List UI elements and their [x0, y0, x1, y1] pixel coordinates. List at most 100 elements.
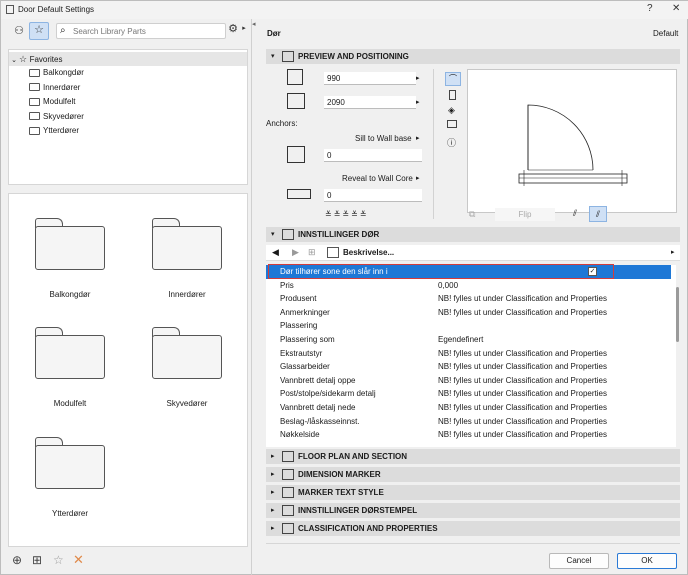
search-icon: ⌕	[60, 25, 66, 36]
opening-left-icon[interactable]: ⫽	[573, 208, 577, 219]
previous-icon[interactable]: ◀	[272, 247, 279, 258]
library-tree-icon[interactable]: ⚇	[11, 24, 27, 38]
table-row[interactable]: Beslag-/låskasseinnst. NB! fylles ut unde…	[266, 415, 671, 429]
table-row[interactable]: Plassering som Egendefinert	[266, 333, 671, 347]
column-divider	[433, 69, 434, 219]
row-value[interactable]: NB! fylles ut under Classification and P…	[438, 401, 607, 415]
door-stamp-icon	[282, 505, 294, 516]
folder-icon[interactable]	[152, 325, 222, 397]
table-row[interactable]: Nøkkelside NB! fylles ut under Classifica…	[266, 428, 671, 442]
next-icon[interactable]: ▶	[292, 247, 299, 258]
search-input[interactable]: ⌕ Search Library Parts	[56, 23, 226, 39]
row-value[interactable]: NB! fylles ut under Classification and P…	[438, 292, 607, 306]
width-field[interactable]: 990	[324, 72, 416, 85]
row-name: Plassering	[280, 321, 318, 331]
section-classification[interactable]: ▸ CLASSIFICATION AND PROPERTIES	[266, 521, 680, 536]
tree-item-skyvedorer[interactable]: Skyvedører	[29, 110, 84, 124]
row-value[interactable]: NB! fylles ut under Classification and P…	[438, 360, 607, 374]
grid-item-label: Skyvedører	[166, 399, 208, 408]
chevron-down-icon[interactable]: ⌄	[9, 54, 19, 68]
table-row[interactable]: Glassarbeider NB! fylles ut under Classif…	[266, 360, 671, 374]
width-arrow-icon[interactable]: ▸	[416, 74, 420, 82]
section-dimension-marker[interactable]: ▸ DIMENSION MARKER	[266, 467, 680, 482]
collapse-panel-icon[interactable]: ◂	[252, 20, 256, 28]
footer-divider	[266, 543, 680, 544]
table-row[interactable]: Plassering	[266, 319, 671, 333]
grid-item-label: Innerdører	[168, 290, 206, 299]
mirror-icon[interactable]: ⧉	[469, 209, 475, 220]
sill-label[interactable]: Sill to Wall base	[355, 134, 412, 143]
section-preview-positioning[interactable]: ▾ PREVIEW AND POSITIONING	[266, 49, 680, 64]
row-value[interactable]: NB! fylles ut under Classification and P…	[438, 374, 607, 388]
flip-button[interactable]: Flip	[495, 208, 555, 221]
row-value[interactable]: NB! fylles ut under Classification and P…	[438, 306, 607, 320]
tree-item-innerdorer[interactable]: Innerdører	[29, 81, 80, 95]
section-view-icon[interactable]	[447, 120, 457, 128]
3d-view-icon[interactable]: ◈	[448, 105, 455, 116]
table-row[interactable]: Produsent NB! fylles ut under Classificat…	[266, 292, 671, 306]
height-field[interactable]: 2090	[324, 96, 416, 109]
tree-item-favorites[interactable]: ⌄ ☆ Favorites	[9, 52, 247, 66]
tree-item-balkongdor[interactable]: Balkongdør	[29, 66, 84, 80]
section-title: INNSTILLINGER DØR	[298, 230, 380, 239]
table-row[interactable]: Ekstrautstyr NB! fylles ut under Classifi…	[266, 347, 671, 361]
sill-arrow-icon[interactable]: ▸	[416, 134, 420, 142]
table-row[interactable]: Vannbrett detalj nede NB! fylles ut under…	[266, 401, 671, 415]
section-innstillinger-dor[interactable]: ▾ INNSTILLINGER DØR	[266, 227, 680, 242]
table-scrollbar[interactable]	[676, 287, 679, 342]
section-title: DIMENSION MARKER	[298, 470, 381, 479]
plan-view-icon[interactable]: ⌒	[445, 72, 461, 86]
row-value[interactable]: NB! fylles ut under Classification and P…	[438, 387, 607, 401]
delete-icon[interactable]: ✕	[73, 552, 84, 568]
folder-icon	[29, 126, 40, 135]
section-dorstempel[interactable]: ▸ INNSTILLINGER DØRSTEMPEL	[266, 503, 680, 518]
tree-item-label: Ytterdører	[43, 126, 80, 135]
reveal-label[interactable]: Reveal to Wall Core	[342, 174, 413, 183]
row-value[interactable]: NB! fylles ut under Classification and P…	[438, 415, 607, 429]
edit-favorite-icon[interactable]: ☆	[53, 553, 64, 567]
sill-field[interactable]: 0	[324, 149, 422, 162]
cancel-button[interactable]: Cancel	[549, 553, 609, 569]
row-value[interactable]: NB! fylles ut under Classification and P…	[438, 428, 607, 442]
elevation-view-icon[interactable]	[449, 90, 456, 100]
gear-icon[interactable]: ⚙	[226, 22, 240, 36]
panel-divider[interactable]	[251, 19, 252, 575]
table-row[interactable]: Anmerkninger NB! fylles ut under Classifi…	[266, 306, 671, 320]
help-button[interactable]: ?	[647, 3, 653, 14]
gear-dropdown-icon[interactable]: ▸	[240, 22, 248, 36]
settings-table: Dør tilhører sone den slår inn i ✓ Pris 0…	[266, 264, 679, 447]
table-row[interactable]: Pris 0,000	[266, 279, 671, 293]
add-favorite-icon[interactable]: ⊕	[12, 553, 22, 567]
tree-item-ytterdorer[interactable]: Ytterdører	[29, 124, 79, 138]
nav-arrow-icon[interactable]: ▸	[671, 248, 675, 256]
reveal-arrow-icon[interactable]: ▸	[416, 174, 420, 182]
ok-button[interactable]: OK	[617, 553, 677, 569]
tree-item-modulfelt[interactable]: Modulfelt	[29, 95, 75, 109]
section-floor-plan[interactable]: ▸ FLOOR PLAN AND SECTION	[266, 449, 680, 464]
table-row[interactable]: Vannbrett detalj oppe NB! fylles ut under…	[266, 374, 671, 388]
chevron-right-icon: ▸	[271, 525, 275, 532]
folder-icon[interactable]	[152, 216, 222, 288]
info-icon[interactable]: ⓘ	[447, 136, 456, 149]
section-marker-text-style[interactable]: ▸ MARKER TEXT STYLE	[266, 485, 680, 500]
add-icon[interactable]: ⊞	[308, 247, 316, 258]
add-folder-icon[interactable]: ⊞	[32, 553, 42, 567]
row-value[interactable]: 0,000	[438, 279, 458, 293]
description-dropdown[interactable]: Beskrivelse...	[343, 248, 394, 257]
chevron-down-icon: ▾	[271, 53, 275, 60]
anchor-options-icon[interactable]: ≚≚≚≚≚	[325, 210, 369, 219]
description-icon	[327, 247, 339, 258]
row-value[interactable]: NB! fylles ut under Classification and P…	[438, 347, 607, 361]
close-button[interactable]: ✕	[672, 3, 680, 14]
folder-icon[interactable]	[35, 435, 105, 507]
reveal-field[interactable]: 0	[324, 189, 422, 202]
folder-icon[interactable]	[35, 325, 105, 397]
row-value[interactable]: Egendefinert	[438, 333, 483, 347]
table-row[interactable]: Post/stolpe/sidekarm detalj NB! fylles ut…	[266, 387, 671, 401]
folder-icon[interactable]	[35, 216, 105, 288]
table-row[interactable]: Dør tilhører sone den slår inn i ✓	[266, 264, 671, 279]
door-preview	[467, 69, 677, 213]
height-arrow-icon[interactable]: ▸	[416, 98, 420, 106]
favorites-star-icon[interactable]: ☆	[29, 22, 49, 40]
opening-right-icon[interactable]: ⫽	[589, 206, 607, 222]
